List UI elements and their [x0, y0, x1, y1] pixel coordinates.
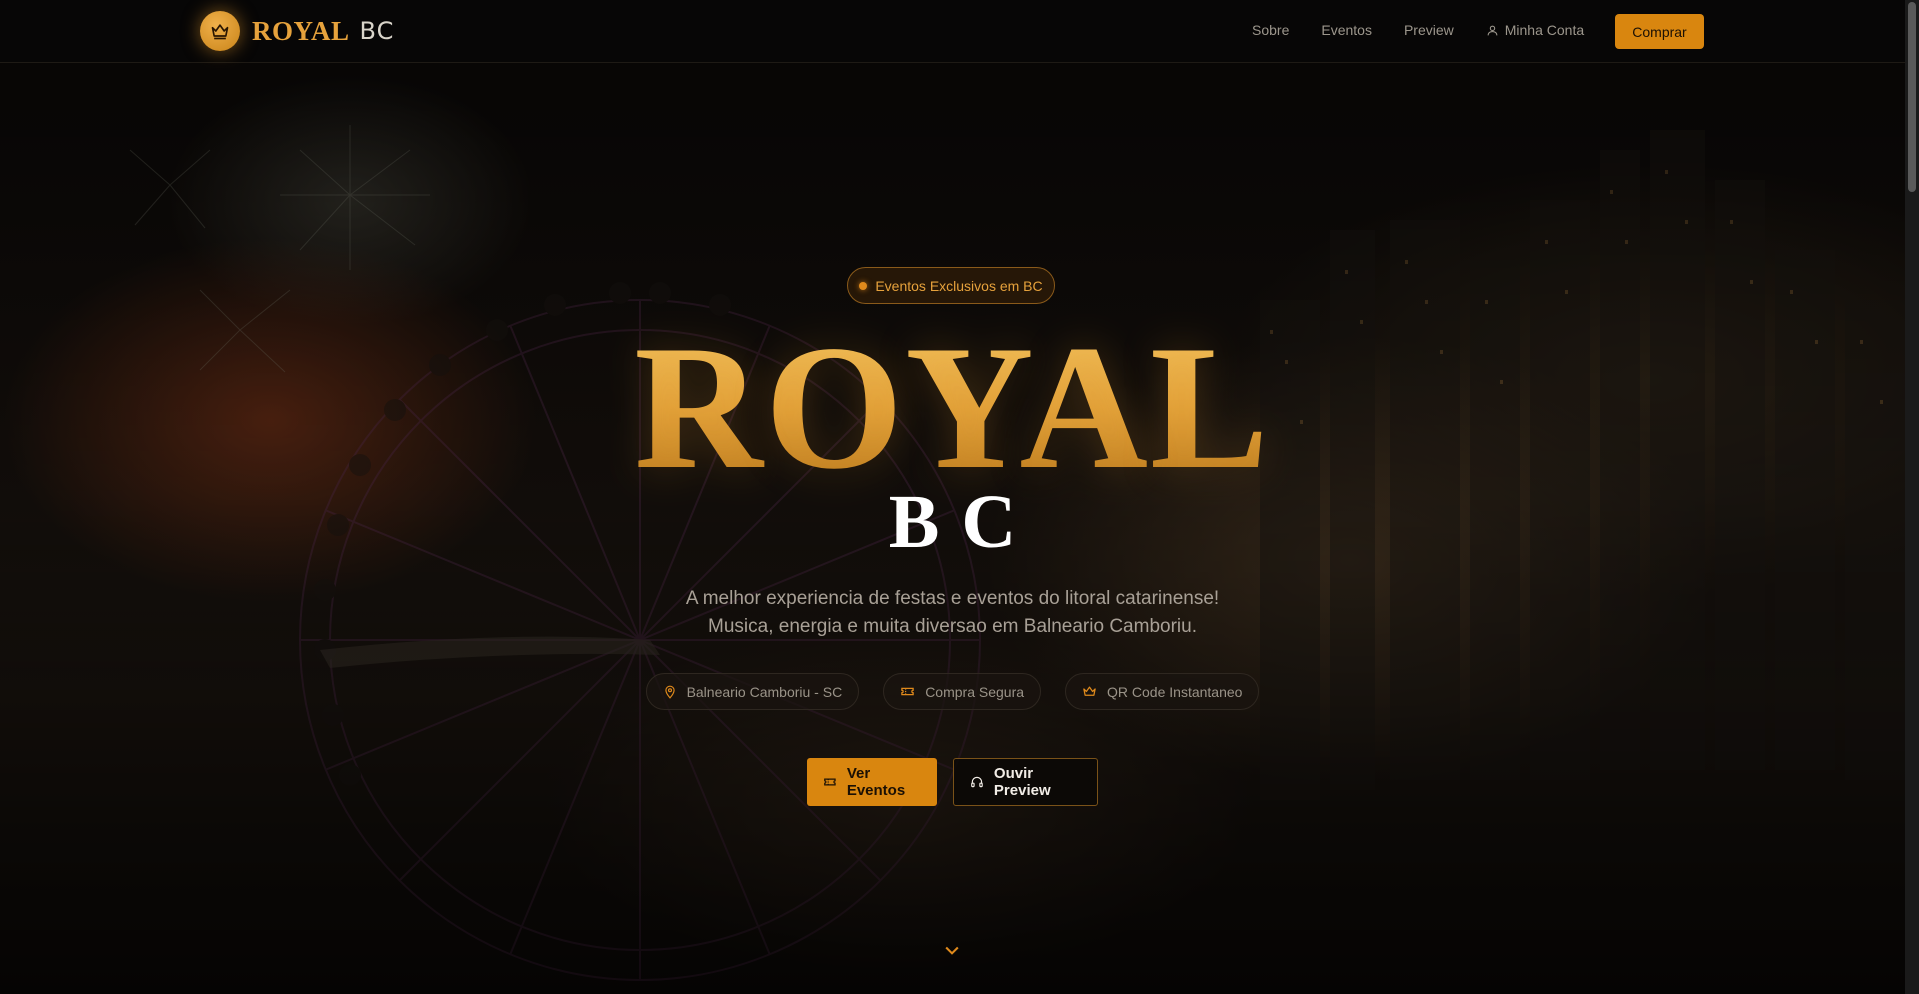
scroll-down-chevron-icon[interactable]: [942, 940, 962, 960]
feature-secure-purchase-label: Compra Segura: [925, 683, 1025, 700]
view-events-button[interactable]: Ver Eventos: [807, 758, 937, 806]
hero-tagline-line-2: Musica, energia e muita diversao em Baln…: [708, 616, 1197, 637]
eyebrow-dot: [859, 281, 868, 290]
hero-eyebrow-badge: Eventos Exclusivos em BC: [847, 267, 1055, 304]
brand-logo[interactable]: ROYAL BC: [200, 11, 394, 51]
listen-preview-button[interactable]: Ouvir Preview: [953, 758, 1098, 806]
ticket-icon: [901, 687, 914, 696]
hero-subtitle: BC: [888, 480, 1039, 564]
nav-link-preview[interactable]: Preview: [1404, 22, 1454, 38]
hero-actions: Ver Eventos Ouvir Preview: [0, 758, 1905, 806]
brand-name-secondary: BC: [359, 17, 395, 45]
hero-tagline-line-1: A melhor experiencia de festas e eventos…: [685, 588, 1220, 609]
nav-link-eventos[interactable]: Eventos: [1321, 22, 1372, 38]
feature-qr-code-label: QR Code Instantaneo: [1107, 683, 1243, 700]
nav-link-sobre[interactable]: Sobre: [1252, 22, 1289, 38]
crown-icon: [1083, 686, 1096, 696]
nav-links: Sobre Eventos Preview Minha Conta: [1252, 22, 1584, 38]
top-navbar: ROYAL BC Sobre Eventos Preview Minha Con…: [0, 0, 1905, 63]
user-icon: [1487, 25, 1498, 35]
view-events-label: Ver Eventos: [846, 765, 906, 799]
landing-page: ROYAL BC Sobre Eventos Preview Minha Con…: [0, 0, 1919, 994]
brand-name-primary: ROYAL: [252, 15, 350, 46]
feature-qr-code: QR Code Instantaneo: [1065, 673, 1260, 710]
nav-link-minha-conta[interactable]: Minha Conta: [1486, 22, 1584, 38]
nav-link-minha-conta-label: Minha Conta: [1504, 22, 1585, 38]
feature-location-label: Balneario Camboriu - SC: [686, 683, 843, 700]
crown-icon: [200, 11, 240, 51]
headphones-icon: [971, 776, 983, 788]
scrollbar-thumb[interactable]: [1908, 2, 1916, 192]
hero-tagline: A melhor experiencia de festas e eventos…: [0, 585, 1905, 641]
feature-secure-purchase: Compra Segura: [883, 673, 1042, 710]
map-pin-icon: [664, 685, 675, 699]
hero-feature-list: Balneario Camboriu - SC Compra Segura QR…: [0, 673, 1905, 710]
listen-preview-label: Ouvir Preview: [993, 765, 1051, 799]
hero-eyebrow-text: Eventos Exclusivos em BC: [875, 277, 1043, 294]
feature-location: Balneario Camboriu - SC: [645, 673, 860, 710]
page-scrollbar[interactable]: [1905, 0, 1919, 994]
ticket-icon: [824, 778, 836, 786]
hero-title: ROYAL: [0, 318, 1905, 496]
buy-button[interactable]: Comprar: [1615, 14, 1704, 49]
